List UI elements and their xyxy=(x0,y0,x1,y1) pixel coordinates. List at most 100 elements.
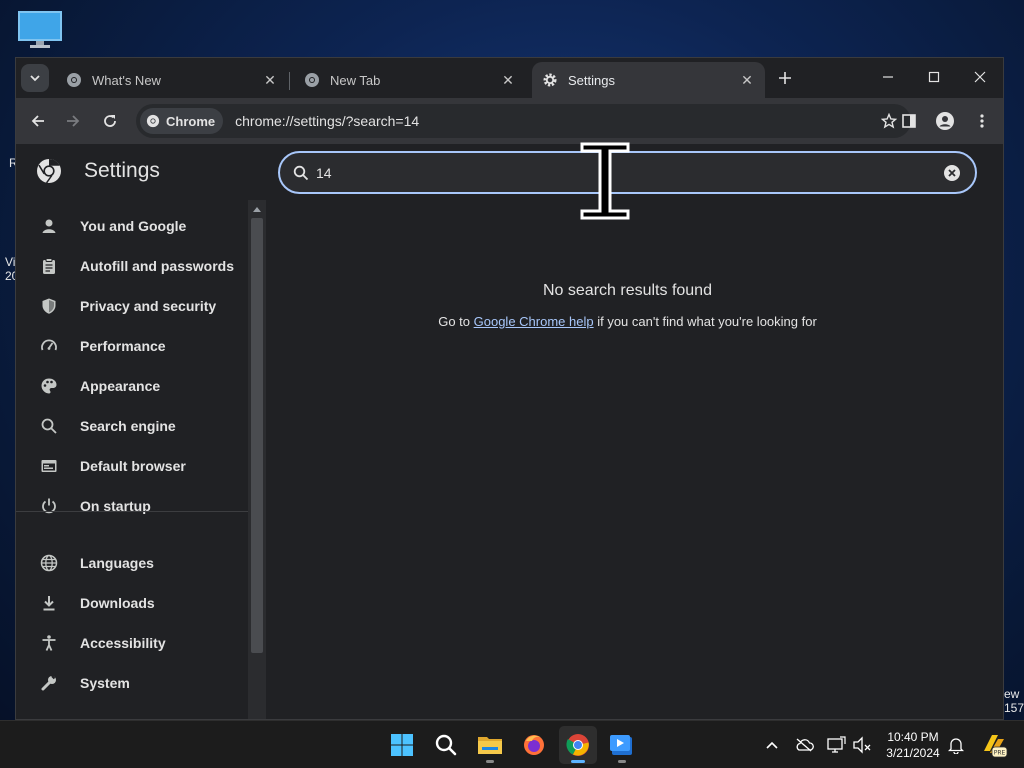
taskbar-firefox[interactable] xyxy=(515,726,553,764)
text-cursor-icon xyxy=(578,142,632,222)
taskbar-search-button[interactable] xyxy=(427,726,465,764)
sidebar-item-downloads[interactable]: Downloads xyxy=(16,583,248,623)
close-tab-icon[interactable]: ✕ xyxy=(737,70,757,90)
chrome-window: What's New ✕ New Tab ✕ Settings ✕ Chrome… xyxy=(15,57,1004,720)
clock-date: 3/21/2024 xyxy=(886,746,940,760)
desktop-text-fragment: ew xyxy=(1004,687,1020,701)
sidebar-item-label: Autofill and passwords xyxy=(80,258,235,274)
tab-title: What's New xyxy=(92,72,161,88)
forward-button[interactable] xyxy=(58,106,88,136)
sidebar-item-on-startup[interactable]: On startup xyxy=(16,486,248,526)
new-tab-button[interactable] xyxy=(773,66,797,90)
show-hidden-icons-button[interactable] xyxy=(761,734,783,756)
chrome-logo-icon xyxy=(37,159,61,184)
site-info-chip[interactable]: Chrome xyxy=(140,108,224,134)
scroll-thumb[interactable] xyxy=(251,218,263,653)
system-clock[interactable]: 10:40 PM 3/21/2024 xyxy=(876,729,950,761)
wrench-icon xyxy=(38,672,60,694)
close-window-button[interactable] xyxy=(957,58,1003,96)
taskbar-file-explorer[interactable] xyxy=(471,726,509,764)
browser-window-icon xyxy=(38,455,60,477)
network-tray-icon[interactable] xyxy=(825,734,847,756)
back-button[interactable] xyxy=(23,106,53,136)
sidebar-item-performance[interactable]: Performance xyxy=(16,326,248,366)
sidebar-item-label: Performance xyxy=(80,338,166,354)
volume-muted-tray-icon[interactable] xyxy=(851,734,873,756)
maximize-button[interactable] xyxy=(911,58,957,96)
close-tab-icon[interactable]: ✕ xyxy=(498,70,518,90)
tab-whats-new[interactable]: What's New ✕ xyxy=(56,62,288,98)
tab-new-tab[interactable]: New Tab ✕ xyxy=(294,62,526,98)
sidebar-item-label: Languages xyxy=(80,555,154,571)
chevron-down-icon xyxy=(30,75,40,82)
download-icon xyxy=(38,592,60,614)
sidebar-item-autofill[interactable]: Autofill and passwords xyxy=(16,246,248,286)
url-text[interactable]: chrome://settings/?search=14 xyxy=(235,113,875,129)
tab-title: Settings xyxy=(568,72,615,88)
no-results-message: No search results found xyxy=(543,282,712,299)
clear-search-icon[interactable] xyxy=(941,162,963,184)
taskbar-media-player[interactable] xyxy=(603,726,641,764)
sidebar-item-default-browser[interactable]: Default browser xyxy=(16,446,248,486)
sidebar-item-appearance[interactable]: Appearance xyxy=(16,366,248,406)
search-icon xyxy=(38,415,60,437)
this-pc-desktop-icon[interactable] xyxy=(18,10,62,50)
globe-icon xyxy=(38,552,60,574)
desktop-text-fragment: Vi xyxy=(5,255,16,269)
profile-avatar-icon xyxy=(936,112,954,130)
sidebar-item-you-and-google[interactable]: You and Google xyxy=(16,206,248,246)
help-message: Go to Google Chrome help if you can't fi… xyxy=(278,314,977,329)
tab-search-button[interactable] xyxy=(21,64,49,92)
tab-strip: What's New ✕ New Tab ✕ Settings ✕ xyxy=(16,58,1003,98)
chrome-icon xyxy=(304,72,320,88)
sidebar-item-label: Privacy and security xyxy=(80,298,217,314)
clock-time: 10:40 PM xyxy=(887,730,939,744)
page-title: Settings xyxy=(84,159,160,182)
sidebar-item-privacy[interactable]: Privacy and security xyxy=(16,286,248,326)
taskbar-chrome[interactable] xyxy=(559,726,597,764)
settings-page: Settings You and Google Autofill and pas… xyxy=(16,144,1003,719)
sidebar-divider xyxy=(16,511,248,512)
chrome-help-link[interactable]: Google Chrome help xyxy=(474,314,594,329)
sidebar-scrollbar[interactable] xyxy=(248,200,266,719)
sidebar-item-languages[interactable]: Languages xyxy=(16,543,248,583)
chevron-up-icon xyxy=(766,741,778,749)
scroll-up-arrow-icon[interactable] xyxy=(248,202,266,216)
sidebar-item-label: System xyxy=(80,675,130,691)
reload-button[interactable] xyxy=(95,106,125,136)
power-icon xyxy=(38,495,60,517)
sidebar-item-accessibility[interactable]: Accessibility xyxy=(16,623,248,663)
tab-title: New Tab xyxy=(330,72,381,88)
profile-button[interactable] xyxy=(930,106,960,136)
sidebar-item-search-engine[interactable]: Search engine xyxy=(16,406,248,446)
file-explorer-icon xyxy=(478,737,502,754)
clipboard-icon xyxy=(38,255,60,277)
minimize-button[interactable] xyxy=(865,58,911,96)
help-prefix: Go to xyxy=(438,314,474,329)
chrome-icon xyxy=(66,72,82,88)
sidebar-item-label: Search engine xyxy=(80,418,176,434)
more-vertical-icon xyxy=(980,114,984,128)
maximize-icon xyxy=(928,71,940,83)
browser-toolbar: Chrome chrome://settings/?search=14 xyxy=(16,98,1003,144)
copilot-preview-icon[interactable]: PRE xyxy=(979,730,1009,760)
chrome-menu-button[interactable] xyxy=(967,106,997,136)
back-arrow-icon xyxy=(31,115,44,127)
sidebar-item-system[interactable]: System xyxy=(16,663,248,703)
sidebar-item-label: Appearance xyxy=(80,378,161,394)
notifications-bell-icon[interactable] xyxy=(945,734,967,756)
onedrive-tray-icon[interactable] xyxy=(793,734,815,756)
plus-icon xyxy=(779,72,791,84)
start-button[interactable] xyxy=(383,726,421,764)
side-panel-button[interactable] xyxy=(894,106,924,136)
speedometer-icon xyxy=(38,335,60,357)
tab-settings[interactable]: Settings ✕ xyxy=(532,62,765,98)
search-icon xyxy=(292,164,310,182)
svg-text:PRE: PRE xyxy=(994,750,1006,757)
windows-taskbar: 10:40 PM 3/21/2024 PRE xyxy=(0,720,1024,768)
gear-icon xyxy=(542,72,558,88)
person-icon xyxy=(38,215,60,237)
firefox-icon xyxy=(524,735,544,755)
address-bar[interactable]: Chrome chrome://settings/?search=14 xyxy=(136,104,911,138)
close-tab-icon[interactable]: ✕ xyxy=(260,70,280,90)
